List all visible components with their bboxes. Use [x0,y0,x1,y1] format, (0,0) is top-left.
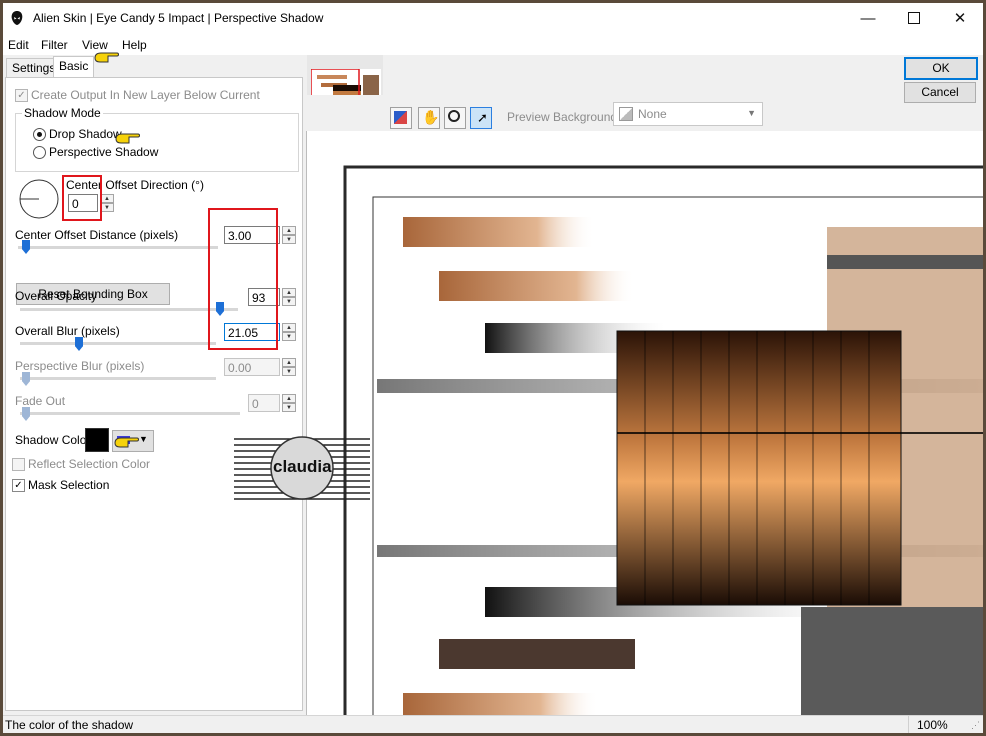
fade-out-slider[interactable] [20,412,240,415]
center-offset-distance-slider[interactable] [18,246,218,249]
spin-down-icon[interactable]: ▼ [282,235,296,244]
perspective-blur-slider[interactable] [20,377,216,380]
minimize-button[interactable]: — [845,3,891,33]
shadow-mode-title: Shadow Mode [22,106,103,120]
chevron-down-icon: ▼ [139,434,148,444]
preview-toggle-button[interactable] [390,107,412,129]
select-tool-button[interactable]: ➚ [470,107,492,129]
spin-down-icon[interactable]: ▼ [282,367,296,376]
maximize-button[interactable] [891,3,937,33]
preview-background-label: Preview Background: [507,110,621,124]
spin-down-icon[interactable]: ▼ [282,403,296,412]
preview-image [343,165,983,715]
title-bar: Alien Skin | Eye Candy 5 Impact | Perspe… [3,3,983,33]
watermark-text: claudia [273,457,332,476]
settings-panel: Settings Basic ✓ Create Output In New La… [3,55,305,715]
chevron-down-icon: ▼ [747,108,756,118]
magnifier-icon [448,110,460,122]
create-output-checkbox[interactable]: ✓ [15,89,28,102]
create-output-label: Create Output In New Layer Below Current [31,88,260,102]
swatch-none-icon [619,107,633,121]
perspective-shadow-radio[interactable] [33,146,46,159]
reflect-selection-color-label: Reflect Selection Color [28,457,151,471]
app-window: Alien Skin | Eye Candy 5 Impact | Perspe… [3,3,983,733]
overall-blur-slider[interactable] [20,342,216,345]
preview-background-select[interactable]: None ▼ [613,102,763,126]
close-button[interactable]: ✕ [937,3,983,33]
perspective-blur-slider-thumb[interactable] [22,372,30,386]
spin-up-icon[interactable]: ▲ [282,323,296,332]
center-offset-distance-slider-thumb[interactable] [22,240,30,254]
overall-opacity-label: Overall Opacity [15,289,98,303]
close-icon: ✕ [953,10,967,27]
window-title: Alien Skin | Eye Candy 5 Impact | Perspe… [33,11,324,25]
fade-out-spinner: 0 ▲ ▼ [248,394,299,414]
perspective-shadow-label: Perspective Shadow [49,145,159,159]
drop-shadow-radio[interactable] [33,128,46,141]
perspective-blur-label: Perspective Blur (pixels) [15,359,145,373]
preview-background-value: None [638,107,667,121]
menu-help[interactable]: Help [122,38,147,52]
mask-selection-label: Mask Selection [28,478,110,492]
status-divider [908,716,909,733]
annotation-box-direction [62,175,102,221]
perspective-blur-spinner: 0.00 ▲ ▼ [224,358,299,378]
direction-dial[interactable] [18,178,60,220]
menu-filter[interactable]: Filter [41,38,68,52]
menu-bar: Edit Filter View Help [3,33,983,55]
minimize-icon: — [860,9,876,27]
alien-skin-logo-icon [11,11,23,25]
spin-up-icon[interactable]: ▲ [282,226,296,235]
pointing-hand-icon [114,437,139,448]
tab-basic[interactable]: Basic [53,56,95,77]
spin-down-icon[interactable]: ▼ [100,203,114,212]
spin-up-icon[interactable]: ▲ [100,194,114,203]
pointing-hand-icon [115,133,140,144]
overall-blur-label: Overall Blur (pixels) [15,324,120,338]
drop-shadow-label: Drop Shadow [49,127,122,141]
fade-out-input[interactable]: 0 [248,394,280,412]
shadow-mode-group: Shadow Mode Drop Shadow Perspective Shad… [15,106,299,172]
menu-edit[interactable]: Edit [8,38,29,52]
pan-tool-button[interactable]: ✋ [418,107,440,129]
overall-blur-slider-thumb[interactable] [75,337,83,351]
hand-icon: ✋ [422,109,440,125]
shadow-color-swatch[interactable] [85,428,109,452]
reflect-selection-color-checkbox[interactable] [12,458,25,471]
spin-up-icon[interactable]: ▲ [282,358,296,367]
cancel-button[interactable]: Cancel [904,82,976,103]
perspective-blur-input[interactable]: 0.00 [224,358,280,376]
preview-canvas[interactable] [306,131,983,715]
spin-down-icon[interactable]: ▼ [282,332,296,341]
zoom-tool-button[interactable] [444,107,466,129]
zoom-level: 100% [917,718,948,732]
ok-button[interactable]: OK [904,57,978,80]
spin-up-icon[interactable]: ▲ [282,288,296,297]
resize-grip-icon: ⋰ [971,720,980,730]
watermark: claudia [234,435,370,501]
fade-out-label: Fade Out [15,394,66,408]
shadow-color-label: Shadow Color [15,433,91,447]
fade-out-slider-thumb[interactable] [22,407,30,421]
center-offset-distance-label: Center Offset Distance (pixels) [15,228,179,242]
arrow-pointer-icon: ➚ [477,110,488,125]
spin-down-icon[interactable]: ▼ [282,297,296,306]
basic-tab-body: ✓ Create Output In New Layer Below Curre… [5,77,303,711]
annotation-box-values [208,208,278,350]
pointing-hand-icon [94,52,119,63]
status-bar: The color of the shadow 100% ⋰ [3,715,983,733]
spin-up-icon[interactable]: ▲ [282,394,296,403]
preview-toggle-icon [394,111,407,124]
status-text: The color of the shadow [5,718,134,732]
maximize-icon [908,12,920,24]
overall-opacity-slider[interactable] [20,308,238,311]
mask-selection-checkbox[interactable]: ✓ [12,479,25,492]
